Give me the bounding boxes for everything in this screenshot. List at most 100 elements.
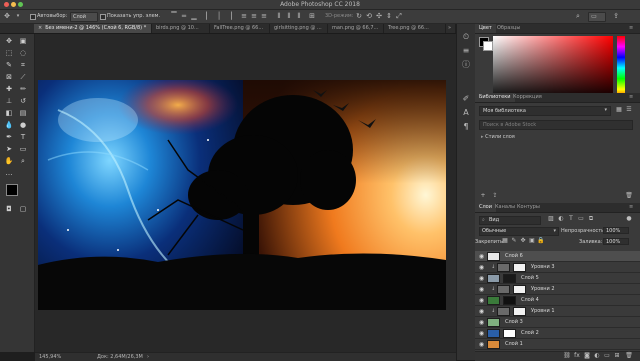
hand-tool-icon[interactable]: ✋: [3, 156, 15, 166]
visibility-eye-icon[interactable]: ◉: [478, 286, 485, 293]
close-tab-icon[interactable]: ×: [38, 25, 42, 31]
tab-falltree[interactable]: FallTree.png @ 66...: [210, 24, 270, 33]
layer-row[interactable]: ◉ ↓ Уровни 2: [475, 284, 640, 295]
filter-adjustment-icon[interactable]: ◐: [557, 215, 565, 223]
visibility-eye-icon[interactable]: ◉: [478, 264, 485, 271]
layer-row[interactable]: ◉ ↓ Уровни 1: [475, 306, 640, 317]
layer-row[interactable]: ◉ ↓ Уровни 3: [475, 262, 640, 273]
layer-style-icon[interactable]: fx: [573, 352, 581, 360]
quick-mask-icon[interactable]: ◘: [3, 204, 15, 214]
lock-all-icon[interactable]: 🔒: [537, 237, 545, 245]
autoselect-checkbox[interactable]: [30, 14, 36, 20]
layer-row[interactable]: ◉ Слой 4: [475, 295, 640, 306]
visibility-eye-icon[interactable]: ◉: [478, 330, 485, 337]
more-tools-icon[interactable]: …: [3, 168, 15, 178]
more-tabs-icon[interactable]: »: [446, 24, 456, 33]
layer-row[interactable]: ◉ Слой 6: [475, 251, 640, 262]
layer-row[interactable]: ◉ Слой 1: [475, 339, 640, 350]
visibility-eye-icon[interactable]: ◉: [478, 308, 485, 315]
zoom-level[interactable]: 145,94%: [39, 354, 61, 360]
new-group-icon[interactable]: ▭: [603, 352, 611, 360]
dodge-tool-icon[interactable]: ●: [17, 120, 29, 130]
3d-roll-icon[interactable]: ⟲: [365, 12, 373, 20]
foreground-color-swatch[interactable]: [6, 184, 18, 196]
share-icon[interactable]: ⇪: [612, 12, 620, 20]
hue-slider[interactable]: [617, 36, 625, 100]
visibility-eye-icon[interactable]: ◉: [478, 297, 485, 304]
move-tool-icon[interactable]: ✥: [3, 36, 15, 46]
background-swatch[interactable]: [483, 41, 493, 51]
align-left-icon[interactable]: ▏: [205, 12, 213, 20]
brush-tool-icon[interactable]: ✏: [17, 84, 29, 94]
tab-adjustments[interactable]: Коррекция: [509, 93, 546, 102]
lock-transparent-icon[interactable]: ▦: [501, 237, 509, 245]
3d-scale-icon[interactable]: ⤢: [395, 12, 403, 20]
info-panel-icon[interactable]: ⓘ: [461, 60, 471, 70]
lock-position-icon[interactable]: ✥: [519, 237, 527, 245]
visibility-eye-icon[interactable]: ◉: [478, 275, 485, 282]
auto-align-icon[interactable]: ⊞: [308, 12, 316, 20]
tab-untitled-2[interactable]: × Без имени-2 @ 146% (Слой 6, RGB/8) *: [34, 24, 152, 33]
3d-drag-icon[interactable]: ✣: [375, 12, 383, 20]
align-center-icon[interactable]: │: [215, 12, 223, 20]
grid-view-icon[interactable]: ▦: [615, 106, 623, 114]
filter-type-icon[interactable]: T: [567, 215, 575, 223]
layer-filter-select[interactable]: ⌕ Вид: [479, 216, 541, 225]
character-panel-icon[interactable]: A: [461, 108, 471, 118]
distribute-center-icon[interactable]: ⫴: [285, 12, 293, 20]
blur-tool-icon[interactable]: 💧: [3, 120, 15, 130]
trash-icon[interactable]: 🗑: [625, 352, 633, 360]
fill-input[interactable]: 100%: [603, 238, 629, 245]
tab-tree[interactable]: Tree.png @ 66...: [384, 24, 446, 33]
tab-birds[interactable]: birds.png @ 10...: [152, 24, 210, 33]
filter-pixel-icon[interactable]: ▨: [547, 215, 555, 223]
frame-tool-icon[interactable]: ⊠: [3, 72, 15, 82]
tool-preset-dropdown-icon[interactable]: ▾: [14, 12, 22, 20]
artboard-tool-icon[interactable]: ▣: [17, 36, 29, 46]
tab-girlsitting[interactable]: girlsitting.png @ ...: [270, 24, 328, 33]
link-layers-icon[interactable]: ⛓: [563, 352, 571, 360]
rectangle-tool-icon[interactable]: ▭: [17, 144, 29, 154]
lock-image-icon[interactable]: ✎: [510, 237, 518, 245]
workspace-switcher[interactable]: ▭: [588, 12, 606, 22]
eyedropper-tool-icon[interactable]: ⟋: [17, 72, 29, 82]
align-top-icon[interactable]: ▔: [170, 12, 178, 20]
panel-menu-icon[interactable]: ≡: [625, 24, 637, 33]
tab-swatches[interactable]: Образцы: [493, 24, 524, 33]
path-select-tool-icon[interactable]: ➤: [3, 144, 15, 154]
brush-panel-icon[interactable]: ✐: [461, 94, 471, 104]
3d-rotate-icon[interactable]: ↻: [355, 12, 363, 20]
healing-brush-tool-icon[interactable]: ✚: [3, 84, 15, 94]
distribute-top-icon[interactable]: ≡: [240, 12, 248, 20]
show-controls-checkbox[interactable]: [100, 14, 106, 20]
eraser-tool-icon[interactable]: ◧: [3, 108, 15, 118]
document-canvas[interactable]: [38, 80, 446, 310]
layer-row[interactable]: ◉ Слой 5: [475, 273, 640, 284]
panel-menu-icon[interactable]: ≡: [625, 203, 637, 212]
new-adjustment-icon[interactable]: ◐: [593, 352, 601, 360]
tab-paths[interactable]: Контуры: [513, 203, 544, 212]
layer-row[interactable]: ◉ Слой 3: [475, 317, 640, 328]
search-icon[interactable]: ⌕: [574, 12, 582, 20]
layer-row[interactable]: ◉ Слой 2: [475, 328, 640, 339]
3d-slide-icon[interactable]: ⇕: [385, 12, 393, 20]
filter-toggle-icon[interactable]: ●: [625, 215, 633, 223]
history-brush-tool-icon[interactable]: ↺: [17, 96, 29, 106]
quick-select-tool-icon[interactable]: ✎: [3, 60, 15, 70]
upload-icon[interactable]: ⇪: [491, 192, 499, 200]
clone-stamp-tool-icon[interactable]: ⊥: [3, 96, 15, 106]
lasso-tool-icon[interactable]: ◌: [17, 48, 29, 58]
gradient-tool-icon[interactable]: ▤: [17, 108, 29, 118]
visibility-eye-icon[interactable]: ◉: [478, 341, 485, 348]
list-view-icon[interactable]: ☰: [625, 106, 633, 114]
pen-tool-icon[interactable]: ✒: [3, 132, 15, 142]
distribute-left-icon[interactable]: ⫴: [275, 12, 283, 20]
properties-panel-icon[interactable]: ≡: [461, 46, 471, 56]
type-tool-icon[interactable]: T: [17, 132, 29, 142]
lock-artboard-icon[interactable]: ▣: [528, 237, 536, 245]
add-mask-icon[interactable]: ◙: [583, 352, 591, 360]
trash-icon[interactable]: 🗑: [625, 192, 633, 200]
autoselect-select[interactable]: Слой: [70, 12, 98, 22]
filter-shape-icon[interactable]: ▭: [577, 215, 585, 223]
move-tool-icon[interactable]: ✥: [3, 12, 11, 20]
